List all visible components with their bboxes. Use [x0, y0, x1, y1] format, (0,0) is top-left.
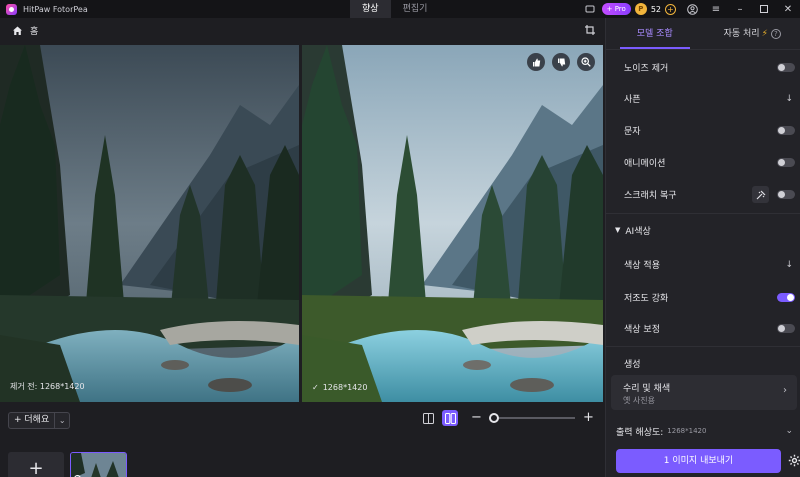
- gear-icon[interactable]: [788, 454, 800, 467]
- tab-auto-process-label: 자동 처리: [723, 29, 760, 39]
- before-size-label: 제거 전: 1268*1420: [10, 382, 85, 391]
- zoom-slider-handle[interactable]: [489, 413, 499, 423]
- tab-model-combo[interactable]: 모델 조합: [606, 18, 704, 49]
- image-actions: [527, 53, 595, 71]
- mode-tabs: 향상 편집기: [350, 0, 439, 18]
- tab-enhance[interactable]: 향상: [350, 0, 391, 18]
- chevron-right-icon: ›: [783, 385, 787, 396]
- option-low-light: 저조도 강화: [606, 282, 800, 313]
- after-size-value: 1268*1420: [322, 383, 368, 392]
- after-image[interactable]: ✓ 1268*1420: [302, 45, 603, 402]
- text-toggle[interactable]: [777, 126, 795, 135]
- tab-editor[interactable]: 편집기: [391, 0, 440, 18]
- divider: [606, 213, 800, 214]
- home-icon[interactable]: [12, 25, 23, 36]
- option-animation: 애니메이션: [606, 147, 800, 178]
- option-label: 애니메이션: [624, 159, 666, 169]
- divider: [606, 346, 800, 347]
- menu-icon[interactable]: ≡: [704, 0, 728, 18]
- scratch-brush-icon[interactable]: [752, 186, 769, 203]
- add-image-button[interactable]: +: [8, 452, 64, 477]
- tab-model-combo-label: 모델 조합: [636, 29, 673, 39]
- repair-card-title: 수리 및 채색: [623, 384, 671, 394]
- generate-title: 생성: [624, 359, 641, 370]
- option-text: 문자: [606, 115, 800, 146]
- repair-colorize-card[interactable]: 수리 및 채색 옛 사진용 ›: [611, 375, 797, 410]
- side-by-side-view-icon[interactable]: [442, 410, 458, 426]
- split-view-icon[interactable]: [420, 410, 436, 426]
- crop-icon[interactable]: [585, 25, 595, 35]
- option-noise-removal: 노이즈 제거: [606, 52, 800, 83]
- zoom-in-icon[interactable]: [577, 53, 595, 71]
- canvas-area: 홈 제거 전: 1268*1420 ✓ 1268*1420 + 더해요 ⌄ − …: [0, 18, 605, 477]
- option-scratch-repair: 스크래치 복구: [606, 179, 800, 210]
- minimize-icon[interactable]: –: [728, 0, 752, 18]
- tab-auto-process[interactable]: 자동 처리 ⚡?: [704, 18, 800, 49]
- zoom-control: − +: [471, 410, 594, 426]
- zoom-slider[interactable]: [489, 413, 575, 423]
- after-size-label: ✓ 1268*1420: [312, 383, 367, 392]
- collapse-caret-icon: ▼: [615, 226, 621, 234]
- export-button[interactable]: 1 이미지 내보내기: [616, 449, 781, 473]
- add-button[interactable]: + 더해요 ⌄: [8, 412, 71, 429]
- forest-river-photo: [0, 45, 299, 402]
- view-mode-buttons: [420, 410, 458, 426]
- image-thumbnail[interactable]: [70, 452, 127, 477]
- help-icon[interactable]: ?: [770, 28, 781, 39]
- option-label: 노이즈 제거: [624, 64, 669, 74]
- option-label: 사픈: [624, 95, 641, 105]
- pro-badge[interactable]: + Pro: [601, 3, 631, 15]
- option-label: 저조도 강화: [624, 294, 669, 304]
- zoom-in-button[interactable]: +: [583, 410, 594, 426]
- add-button-label[interactable]: + 더해요: [9, 413, 56, 428]
- option-label: 색상 보정: [624, 325, 660, 335]
- titlebar-actions: + Pro P 52 + ≡ – ✕: [578, 0, 800, 18]
- ai-color-section-header[interactable]: ▼ AI색상: [606, 218, 800, 242]
- output-resolution-row[interactable]: 출력 해상도: 1268*1420 ⌄: [606, 419, 800, 443]
- breadcrumb-home[interactable]: 홈: [30, 24, 38, 37]
- option-apply-color: 색상 적용 ↓: [606, 249, 800, 280]
- option-label: 색상 적용: [624, 261, 660, 271]
- expand-chevron-icon[interactable]: ⌄: [785, 426, 793, 436]
- breadcrumb: 홈: [0, 18, 605, 43]
- download-icon[interactable]: ↓: [785, 94, 793, 104]
- app-name: HitPaw FotorPea: [23, 4, 88, 14]
- animation-toggle[interactable]: [777, 158, 795, 167]
- color-correction-toggle[interactable]: [777, 324, 795, 333]
- maximize-icon[interactable]: [752, 0, 776, 18]
- download-icon[interactable]: ↓: [785, 260, 793, 270]
- generate-section-header: 생성: [606, 351, 800, 375]
- check-icon: ✓: [312, 383, 319, 392]
- thumbs-up-icon[interactable]: [527, 53, 545, 71]
- close-icon[interactable]: ✕: [776, 0, 800, 18]
- option-color-correction: 색상 보정: [606, 313, 800, 344]
- coin-count: 52: [650, 4, 661, 14]
- output-resolution-label: 출력 해상도:: [616, 427, 664, 438]
- scratch-repair-toggle[interactable]: [777, 190, 795, 199]
- bottom-bar: + 더해요 ⌄ − + +: [0, 402, 605, 477]
- output-resolution-value: 1268*1420: [667, 427, 707, 435]
- account-icon[interactable]: [685, 2, 699, 16]
- panel-tabs: 모델 조합 자동 처리 ⚡?: [606, 18, 800, 50]
- repair-card-subtitle: 옛 사진용: [623, 396, 655, 405]
- coin-icon: P: [634, 3, 647, 15]
- zoom-out-button[interactable]: −: [471, 410, 482, 426]
- window-icon[interactable]: [583, 2, 597, 16]
- bolt-icon: ⚡: [761, 29, 768, 39]
- title-bar: HitPaw FotorPea 향상 편집기 + Pro P 52 + ≡ – …: [0, 0, 800, 18]
- app-logo-icon: [6, 3, 17, 15]
- noise-removal-toggle[interactable]: [777, 63, 795, 72]
- add-dropdown-icon[interactable]: ⌄: [55, 413, 69, 428]
- thumbs-down-icon[interactable]: [552, 53, 570, 71]
- option-label: 스크래치 복구: [624, 191, 677, 201]
- thumbnail-photo: [71, 453, 126, 477]
- ai-color-title: AI색상: [625, 226, 651, 237]
- settings-panel: 모델 조합 자동 처리 ⚡? 노이즈 제거 사픈 ↓ 문자 애니메이션 스크래치 …: [605, 18, 800, 477]
- option-label: 문자: [624, 127, 641, 137]
- before-image[interactable]: 제거 전: 1268*1420: [0, 45, 299, 402]
- forest-river-photo-enhanced: [302, 45, 603, 402]
- option-sharpen: 사픈 ↓: [606, 83, 800, 114]
- add-coins-icon[interactable]: +: [665, 3, 676, 15]
- low-light-toggle[interactable]: [777, 293, 795, 302]
